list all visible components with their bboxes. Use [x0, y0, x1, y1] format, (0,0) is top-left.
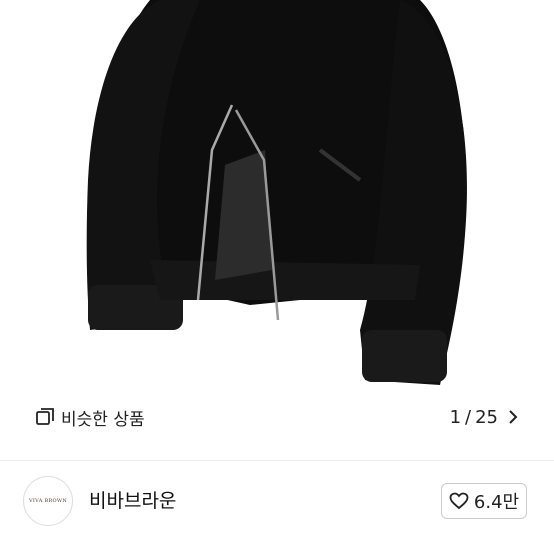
similar-products-label: 비슷한 상품: [61, 409, 145, 430]
gallery-separator: /: [465, 406, 472, 428]
like-button[interactable]: 6.4만: [441, 483, 527, 519]
similar-products-button[interactable]: 비슷한 상품: [24, 399, 159, 435]
gallery-counter[interactable]: 1 / 25: [435, 399, 530, 435]
heart-outline-icon: [449, 492, 469, 510]
shop-logo-text: VIVA BROWN: [28, 498, 68, 504]
shop-name[interactable]: 비바브라운: [89, 486, 176, 513]
gallery-current: 1: [449, 406, 462, 428]
shop-logo[interactable]: VIVA BROWN: [23, 476, 73, 526]
like-count: 6.4만: [473, 492, 520, 513]
product-photo[interactable]: [0, 0, 554, 460]
jacket-image: [86, 0, 467, 385]
gallery-total: 25: [475, 406, 498, 428]
chevron-right-icon: [509, 410, 518, 424]
copy-icon: [36, 408, 54, 426]
